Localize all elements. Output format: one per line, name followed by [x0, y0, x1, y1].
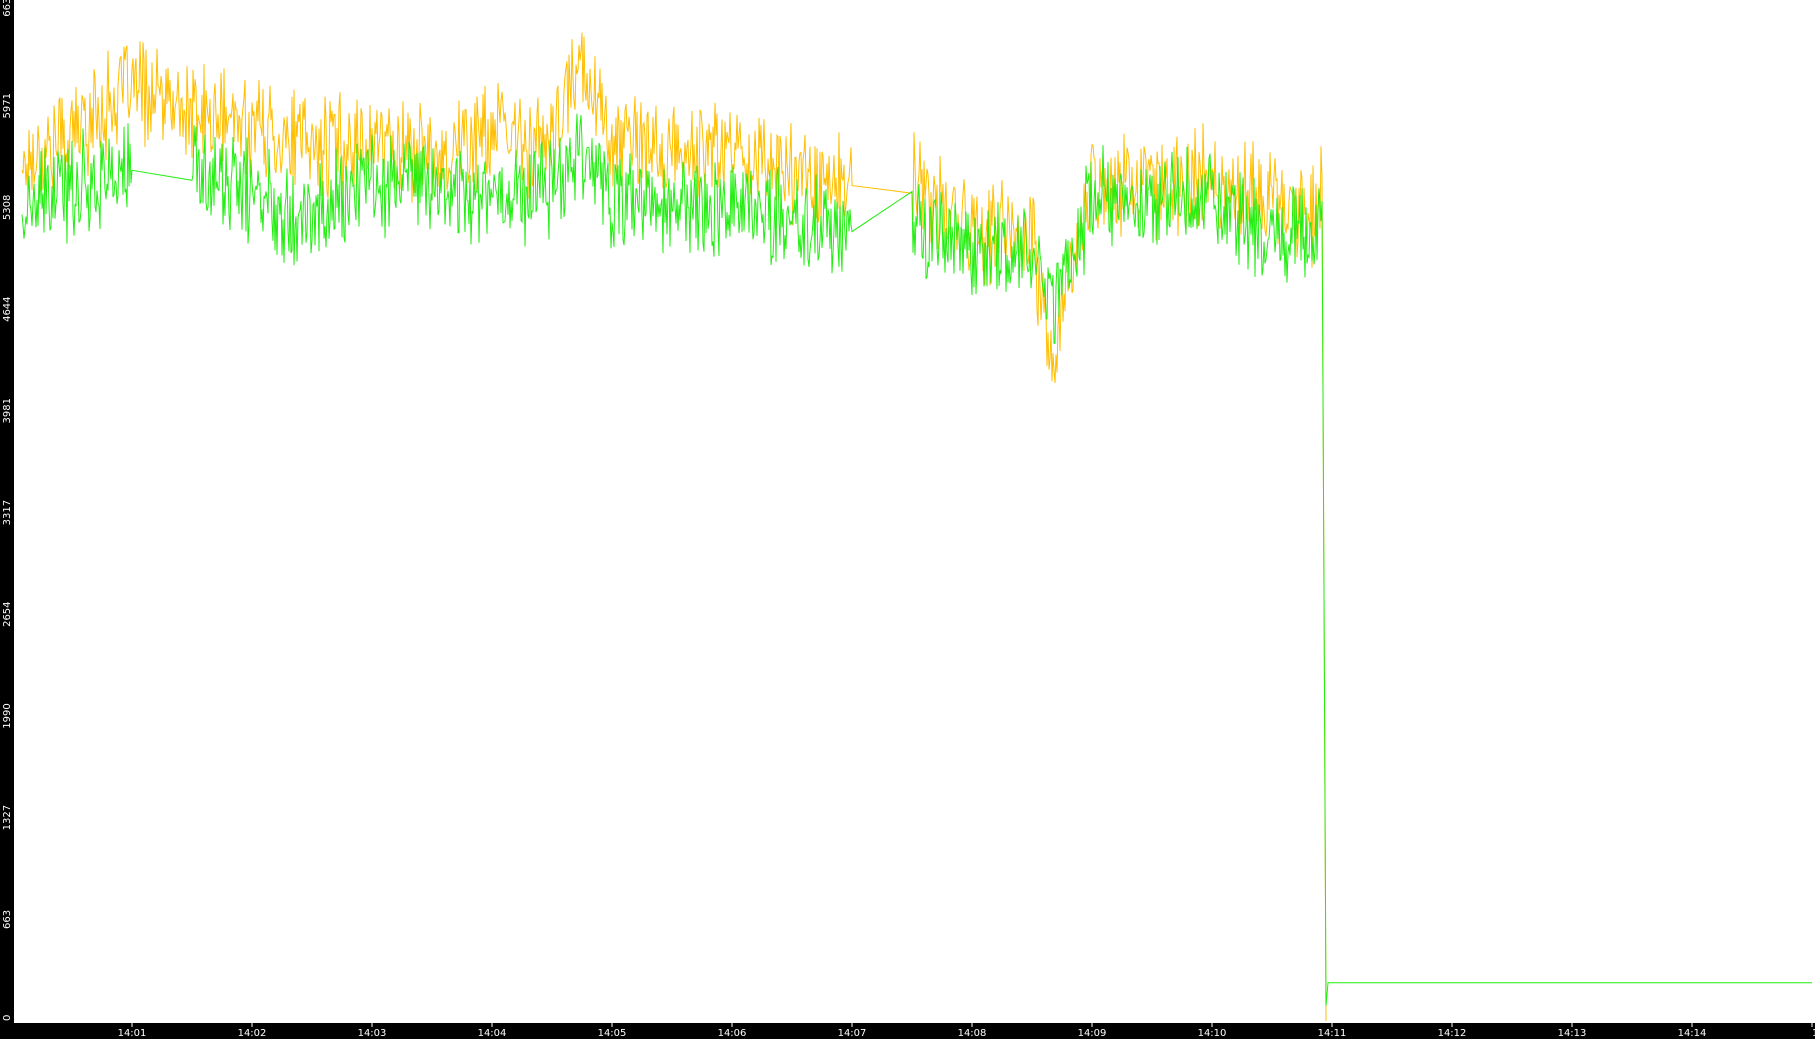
y-tick-label: 1990	[2, 703, 13, 728]
x-tick-label: 14:04	[478, 1028, 507, 1039]
x-tick-label: 14:02	[238, 1028, 267, 1039]
y-tick-label: 1327	[2, 805, 13, 830]
y-tick-label: 2654	[2, 601, 13, 626]
y-tick-label: 663	[2, 910, 13, 929]
plot-background	[0, 0, 1815, 1039]
y-tick-label: 5971	[2, 93, 13, 118]
y-tick-label: 5308	[2, 195, 13, 220]
y-tick-label: 3981	[2, 398, 13, 423]
x-tick-label: 14:10	[1198, 1028, 1227, 1039]
y-tick-label: 0	[2, 1015, 13, 1021]
line-chart: 0 663 1327 1990 2654 3317 3981 4644 5308 5971 6635…	[0, 0, 1815, 1039]
y-tick-label: 4644	[2, 296, 13, 321]
x-axis-bar	[0, 1023, 1815, 1039]
y-tick-label: 3317	[2, 500, 13, 525]
x-tick-label: 14:01	[118, 1028, 147, 1039]
x-tick-label: 14:03	[358, 1028, 387, 1039]
x-tick-label: 14:11	[1318, 1028, 1347, 1039]
x-tick-label: 14:06	[718, 1028, 747, 1039]
x-tick-label: 14:13	[1558, 1028, 1587, 1039]
y-tick-label: 6635	[2, 0, 13, 17]
x-tick-label: 14:05	[598, 1028, 627, 1039]
x-tick-label: 14:07	[838, 1028, 867, 1039]
x-tick-label: 14:08	[958, 1028, 987, 1039]
x-tick-label: 14:09	[1078, 1028, 1107, 1039]
x-tick-label: 14:12	[1438, 1028, 1467, 1039]
x-tick-label: 14:14	[1678, 1028, 1707, 1039]
